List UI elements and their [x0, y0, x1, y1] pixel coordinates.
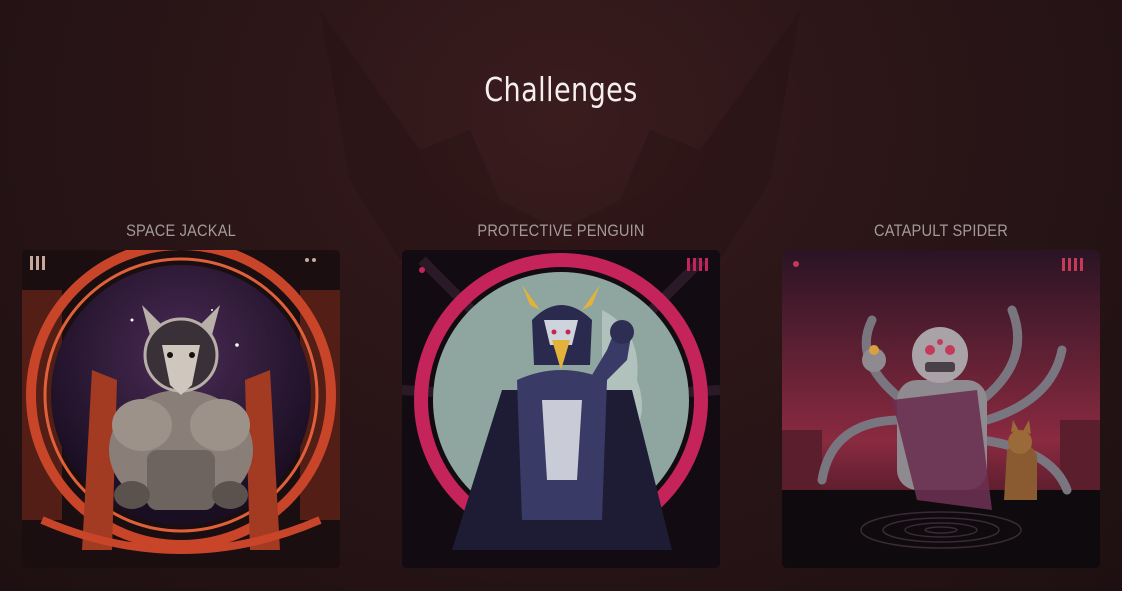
- challenge-title[interactable]: CATAPULT SPIDER: [804, 218, 1077, 244]
- challenge-card-space-jackal[interactable]: SPACE JACKAL: [22, 218, 340, 568]
- page-title: Challenges: [484, 70, 638, 109]
- challenge-card-catapult-spider[interactable]: CATAPULT SPIDER: [782, 218, 1100, 568]
- challenge-card-protective-penguin[interactable]: PROTECTIVE PENGUIN: [402, 218, 720, 568]
- challenge-grid: SPACE JACKAL PROTECTIVE PENGUIN CATAPULT…: [22, 218, 1102, 570]
- challenge-title[interactable]: PROTECTIVE PENGUIN: [424, 218, 697, 244]
- challenge-title[interactable]: SPACE JACKAL: [44, 218, 317, 244]
- jackal-astronaut-icon[interactable]: [22, 250, 340, 568]
- spider-villain-icon[interactable]: [782, 250, 1100, 568]
- penguin-hero-icon[interactable]: [402, 250, 720, 568]
